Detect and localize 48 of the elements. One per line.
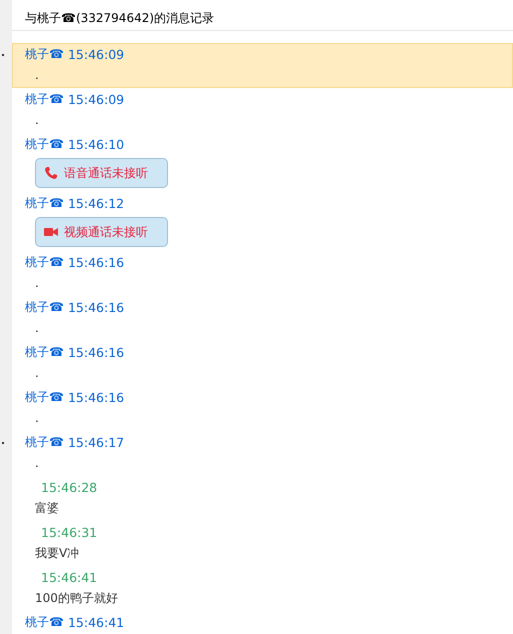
sender-name: 桃子☎ [25, 389, 64, 406]
message-entry[interactable]: 桃子☎ 15:46:17 . [12, 431, 513, 476]
message-entry[interactable]: 15:46:28 富婆 [12, 476, 513, 521]
message-text: . [34, 275, 40, 292]
message-text: 100的鸭子就好 [34, 590, 119, 607]
message-time: 15:46:28 [41, 480, 98, 495]
message-text: . [34, 320, 40, 337]
message-entry[interactable]: 桃子☎ 15:46:16 . [12, 251, 513, 296]
phone-icon [44, 166, 58, 180]
message-time: 15:46:10 [68, 137, 124, 152]
video-camera-icon [44, 227, 58, 237]
message-entry[interactable]: 桃子☎ 15:46:09 . [12, 88, 513, 133]
message-text: 我要V冲 [34, 545, 80, 562]
message-entry[interactable]: 15:46:41 100的鸭子就好 [12, 566, 513, 611]
message-time: 15:46:16 [68, 255, 124, 270]
message-text: . [34, 410, 40, 427]
message-entry[interactable]: 15:46:31 我要V冲 [12, 521, 513, 566]
message-text: . [34, 112, 40, 129]
sender-name: 桃子☎ [25, 136, 64, 153]
message-time: 15:46:31 [41, 525, 98, 540]
message-time: 15:46:09 [68, 47, 124, 62]
message-time: 15:46:16 [68, 390, 124, 405]
message-time: 15:46:16 [68, 300, 124, 315]
sender-name: 桃子☎ [25, 254, 64, 271]
sender-name: 桃子☎ [25, 195, 64, 212]
message-time: 15:46:17 [68, 435, 124, 450]
message-time: 15:46:41 [41, 570, 98, 585]
message-time: 15:46:12 [68, 196, 124, 211]
message-text: . [34, 365, 40, 382]
message-entry[interactable]: 桃子☎ 15:46:16 . [12, 341, 513, 386]
sender-name: 桃子☎ [25, 46, 64, 63]
sender-name: 桃子☎ [25, 434, 64, 451]
message-entry[interactable]: 桃子☎ 15:46:41 [12, 611, 513, 634]
message-time: 15:46:09 [68, 92, 124, 107]
sender-name: 桃子☎ [25, 91, 64, 108]
message-entry[interactable]: 桃子☎ 15:46:10 语音通话未接听 [12, 133, 513, 192]
message-text: . [34, 67, 40, 84]
sender-name: 桃子☎ [25, 614, 64, 631]
message-text: 富婆 [34, 500, 60, 517]
message-entry[interactable]: 桃子☎ 15:46:12 视频通话未接听 [12, 192, 513, 251]
message-entry[interactable]: 桃子☎ 15:46:16 . [12, 296, 513, 341]
message-entry[interactable]: 桃子☎ 15:46:16 . [12, 386, 513, 431]
message-text: . [34, 455, 40, 472]
sender-name: 桃子☎ [25, 344, 64, 361]
message-time: 15:46:41 [68, 615, 124, 630]
message-time: 15:46:16 [68, 345, 124, 360]
sender-name: 桃子☎ [25, 299, 64, 316]
window-title: 与桃子☎(332794642)的消息记录 [25, 11, 214, 25]
